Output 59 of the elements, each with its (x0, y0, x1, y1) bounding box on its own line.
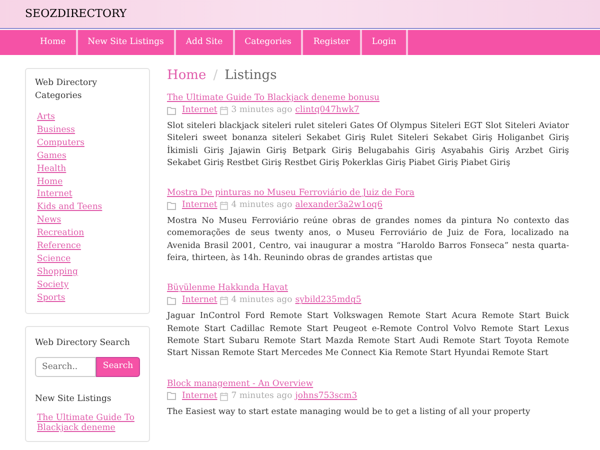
category-link[interactable]: Business (37, 124, 76, 137)
card-title: New Site Listings (35, 392, 112, 405)
nav-link[interactable]: Register (303, 30, 362, 55)
category-link[interactable]: News (37, 214, 62, 228)
category-link[interactable]: Shopping (37, 266, 78, 279)
card-title: Web Directory Search (35, 336, 131, 349)
nav-link[interactable]: New Site Listings (78, 30, 176, 55)
nav-link[interactable]: Add Site (176, 30, 235, 55)
folder-icon (167, 106, 177, 114)
folder-icon (167, 392, 177, 400)
category-link[interactable]: Internet (182, 390, 218, 402)
listing-title-link[interactable]: Büyülenme Hakkında Hayat (167, 283, 569, 294)
breadcrumb-separator: / (213, 68, 218, 84)
category-link[interactable]: Kids and Teens (37, 201, 102, 214)
listing-title-link[interactable]: Block management - An Overview (167, 378, 569, 390)
nav-link[interactable]: Categories (234, 30, 304, 55)
folder-icon (167, 202, 177, 210)
category-link[interactable]: Internet (182, 295, 218, 306)
category-link[interactable]: Computers (37, 136, 84, 150)
author-link[interactable]: sybild235mdg5 (295, 295, 362, 306)
listing-title-link[interactable]: Mostra De pinturas no Museu Ferroviário de Juiz de Fora (167, 188, 569, 200)
listing-link[interactable]: The Ultimate Guide To Blackjack deneme (35, 412, 140, 433)
calendar-icon (220, 296, 228, 306)
calendar-icon (220, 392, 228, 401)
category-link[interactable]: Internet (182, 200, 218, 212)
category-link[interactable]: Reference (37, 240, 81, 253)
listing-title-link[interactable]: The Ultimate Guide To Blackjack deneme bonusu (167, 93, 569, 104)
breadcrumb-link[interactable]: Home (167, 68, 206, 84)
category-link[interactable]: Home (37, 176, 63, 188)
category-link[interactable]: Health (37, 162, 66, 176)
category-link[interactable]: Internet (182, 105, 218, 116)
author-link[interactable]: clintq047hwk7 (295, 105, 360, 116)
search-button[interactable]: Search (96, 356, 140, 377)
post-time: 4 minutes ago (231, 295, 292, 306)
category-link[interactable]: Recreation (37, 227, 84, 240)
listing-description: The Easiest way to start estate managing would be to get a listing of all your property (167, 404, 532, 417)
calendar-icon (220, 201, 228, 210)
site-title: SEOZDIRECTORY (25, 6, 127, 22)
folder-icon (167, 296, 177, 305)
author-link[interactable]: alexander3a2w1oq6 (295, 200, 382, 212)
category-link[interactable]: Society (37, 278, 69, 292)
search-field[interactable]: Search.. (35, 356, 96, 377)
nav-link[interactable]: Login (362, 30, 408, 55)
category-link[interactable]: Internet (37, 188, 72, 202)
listing-description: Slot siteleri blackjack siteleri rulet siteleri Gates Of Olympus Siteleri EGT Slot Siteleri Aviator Siteleri sweet bonanza siteleri Sekabet Giriş Rulet Siteleri Sekabet Giriş Holiganbet Giriş İkimisli Giriş Jajawin Giriş Betpark Giriş Belugabahis Giriş Asyabahis Giriş Arzbet Giriş Sekabet Giriş Restbet Giriş Restbet Giriş Pokerklas Giriş Piabet Giriş Piabet Giriş (167, 119, 569, 168)
category-link[interactable]: Arts (37, 111, 55, 124)
card-title: Web Directory Categories (35, 77, 98, 102)
author-link[interactable]: johns753scm3 (295, 390, 358, 402)
category-link[interactable]: Games (37, 150, 66, 163)
post-time: 3 minutes ago (231, 105, 292, 116)
post-time: 4 minutes ago (231, 200, 292, 212)
nav-link[interactable]: Home (30, 30, 78, 55)
calendar-icon (220, 106, 228, 115)
breadcrumb-current: Listings (224, 68, 277, 84)
category-link[interactable]: Science (37, 252, 71, 266)
category-link[interactable]: Sports (37, 292, 66, 305)
listing-description: Jaguar InControl Ford Remote Start Volkswagen Remote Start Acura Remote Start Buick Remote Start Cadillac Remote Start Peugeot e-Remote Control Volvo Remote Start Lexus Remote Start Subaru Remote Start Mazda Remote Start Audi Remote Start Toyota Remote Start Nissan Remote Start Mercedes Me Connect Kia Remote Start Hyundai Remote Start (167, 309, 569, 359)
listing-description: Mostra No Museu Ferroviário reúne obras de grandes nomes da pintura No contexto das comemorações de seus twenty anos, o Museu Ferroviário de Juiz de Fora, localizado na Avenida Brasil 2001, Centro, vai inaugurar a mostra “Haroldo Barros Fonseca” nesta quarta-feira, thirteen, às 14h. Reunindo obras de grandes artistas que (167, 214, 569, 264)
post-time: 7 minutes ago (231, 390, 292, 402)
